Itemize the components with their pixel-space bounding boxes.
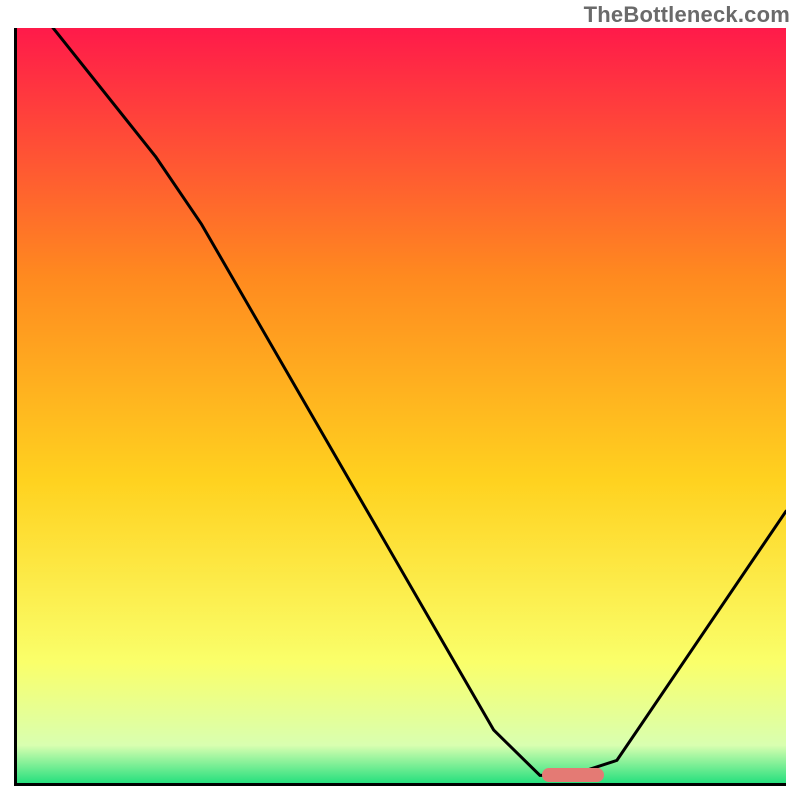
chart-canvas: TheBottleneck.com xyxy=(0,0,800,800)
watermark-text: TheBottleneck.com xyxy=(584,2,790,28)
chart-svg xyxy=(17,28,786,783)
optimal-range-marker xyxy=(542,768,604,782)
gradient-background xyxy=(17,28,786,783)
plot-area xyxy=(14,28,786,786)
